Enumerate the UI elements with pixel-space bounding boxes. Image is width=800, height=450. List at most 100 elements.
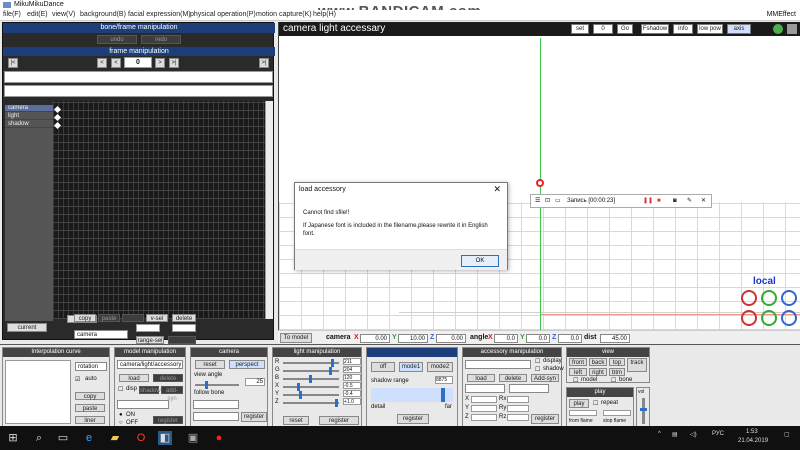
light-x-input[interactable]: -0.5 (343, 382, 361, 389)
frame-go-input[interactable]: 0 (593, 24, 613, 34)
stop-icon[interactable]: ■ (657, 195, 661, 207)
screenshot-icon[interactable]: ◙ (673, 195, 677, 207)
camera-reset-button[interactable]: reset (195, 360, 225, 369)
pause-icon[interactable]: ❚❚ (643, 195, 653, 207)
range-sel-button[interactable]: range-sel (136, 336, 164, 344)
shadow-off-button[interactable]: off (371, 362, 395, 372)
undo-button[interactable]: undo (97, 35, 137, 44)
volume-slider[interactable] (640, 398, 647, 424)
fshadow-button[interactable]: Fshadow (641, 24, 669, 34)
menu-icon[interactable]: ☰ (535, 195, 540, 207)
camera-mode-icon[interactable] (773, 24, 783, 34)
task-view-icon[interactable]: ▭ (56, 431, 70, 445)
track-light[interactable]: light (5, 113, 53, 120)
angle-x-input[interactable]: 0.0 (494, 334, 518, 343)
webcam-icon[interactable]: ▭ (555, 195, 561, 207)
follow-model-select[interactable] (193, 400, 239, 409)
first-frame-button[interactable]: |< (8, 58, 18, 68)
clock-date[interactable]: 21.04.2019 (738, 438, 768, 444)
volume-icon[interactable]: ◁) (690, 431, 697, 438)
acc-ry-input[interactable] (507, 405, 529, 412)
close-icon[interactable]: ✕ (701, 195, 706, 207)
acc-x-input[interactable] (471, 396, 497, 403)
model-shadow-button[interactable]: shadow (139, 386, 161, 394)
rotate-x-gizmo-icon[interactable] (741, 290, 757, 306)
prev-key-button[interactable]: < (97, 58, 107, 68)
light-b-slider[interactable] (283, 375, 339, 383)
light-x-slider[interactable] (283, 383, 339, 391)
perspect-button[interactable]: perspect (229, 360, 265, 369)
accessory-delete-button[interactable]: delete (499, 374, 527, 382)
model-view-checkbox[interactable]: ☐ (573, 377, 578, 384)
display-checkbox[interactable]: ☐ (535, 358, 540, 365)
axis-button[interactable]: axis (727, 24, 751, 34)
interpolation-curve-canvas[interactable] (5, 360, 71, 424)
on-radio[interactable]: ● (119, 412, 123, 418)
view-angle-slider[interactable] (195, 381, 239, 389)
light-b-input[interactable]: 120 (343, 374, 361, 381)
follow-bone-select[interactable] (193, 412, 239, 421)
go-button[interactable]: Go (617, 24, 633, 34)
settings-icon[interactable] (787, 24, 797, 34)
explorer-icon[interactable]: ▣ (186, 431, 200, 445)
angle-z-input[interactable]: 0.0 (558, 334, 582, 343)
to-model-button[interactable]: To model (280, 333, 312, 343)
tray-arrow-icon[interactable]: ^ (658, 431, 661, 437)
move-y-gizmo-icon[interactable] (761, 310, 777, 326)
stop-frame-input[interactable] (603, 410, 631, 416)
accessory-model-select[interactable] (465, 384, 505, 393)
set-button[interactable]: set (571, 24, 589, 34)
menu-help[interactable]: help(H) (313, 11, 336, 18)
paste-inverse-button[interactable] (122, 314, 144, 322)
menu-file[interactable]: file(F) (3, 11, 21, 18)
light-r-slider[interactable] (283, 359, 339, 367)
shadow-register-button[interactable]: register (397, 414, 429, 424)
model-select[interactable]: camera/light/accessory (117, 360, 183, 369)
rotate-z-gizmo-icon[interactable] (781, 290, 797, 306)
accessory-register-button[interactable]: register (531, 414, 559, 424)
back-view-button[interactable]: back (589, 358, 607, 366)
light-y-input[interactable]: -0.4 (343, 390, 361, 397)
light-register-button[interactable]: register (319, 416, 359, 425)
windows-start-icon[interactable]: ⊞ (6, 431, 20, 445)
acc-y-input[interactable] (471, 405, 497, 412)
menu-mmeffect[interactable]: MMEffect (767, 11, 796, 18)
model-register-button[interactable]: register (153, 416, 183, 424)
angle-y-input[interactable]: 0.0 (526, 334, 550, 343)
model-add-syn-button[interactable]: add-syn (161, 386, 183, 402)
clock-time[interactable]: 1:53 (746, 429, 758, 435)
interpolation-type-select[interactable]: rotation (75, 362, 107, 371)
ok-button[interactable]: OK (461, 255, 499, 267)
prev-frame-button[interactable]: < (111, 58, 121, 68)
move-z-gizmo-icon[interactable] (781, 310, 797, 326)
track-camera[interactable]: camera (5, 105, 53, 112)
interp-liner-button[interactable]: liner (75, 416, 105, 424)
accessory-select[interactable] (465, 360, 531, 369)
search-icon[interactable]: ⌕ (32, 431, 46, 445)
light-r-input[interactable]: 211 (343, 358, 361, 365)
model-delete-button[interactable]: delete (153, 374, 183, 382)
shadow-range-slider[interactable] (371, 388, 453, 402)
play-button[interactable]: play (569, 399, 589, 408)
edge-icon[interactable]: e (82, 431, 96, 445)
acc-rz-input[interactable] (507, 414, 529, 421)
acc-z-input[interactable] (471, 414, 497, 421)
acc-rx-input[interactable] (507, 396, 529, 403)
range-end-input[interactable] (172, 324, 196, 332)
next-key-button[interactable]: >| (169, 58, 179, 68)
window-icon[interactable]: ⊡ (545, 195, 550, 207)
track-shadow[interactable]: shadow (5, 121, 53, 128)
language-indicator[interactable]: РУС (712, 431, 724, 437)
move-x-gizmo-icon[interactable] (741, 310, 757, 326)
camera-y-input[interactable]: 10.00 (398, 334, 428, 343)
v-sel-button[interactable]: v-sel (146, 314, 168, 322)
timeline-camera-select[interactable]: camera (74, 330, 128, 339)
pen-icon[interactable]: ✎ (687, 195, 692, 207)
delete-button[interactable]: delete (172, 314, 196, 322)
model-bone-select[interactable] (117, 400, 169, 409)
repeat-checkbox[interactable]: ☐ (593, 400, 598, 407)
right-view-button[interactable]: right (589, 368, 607, 376)
from-frame-input[interactable] (569, 410, 597, 416)
acc-shadow-checkbox[interactable]: ☐ (535, 366, 540, 373)
redo-button[interactable]: redo (141, 35, 181, 44)
